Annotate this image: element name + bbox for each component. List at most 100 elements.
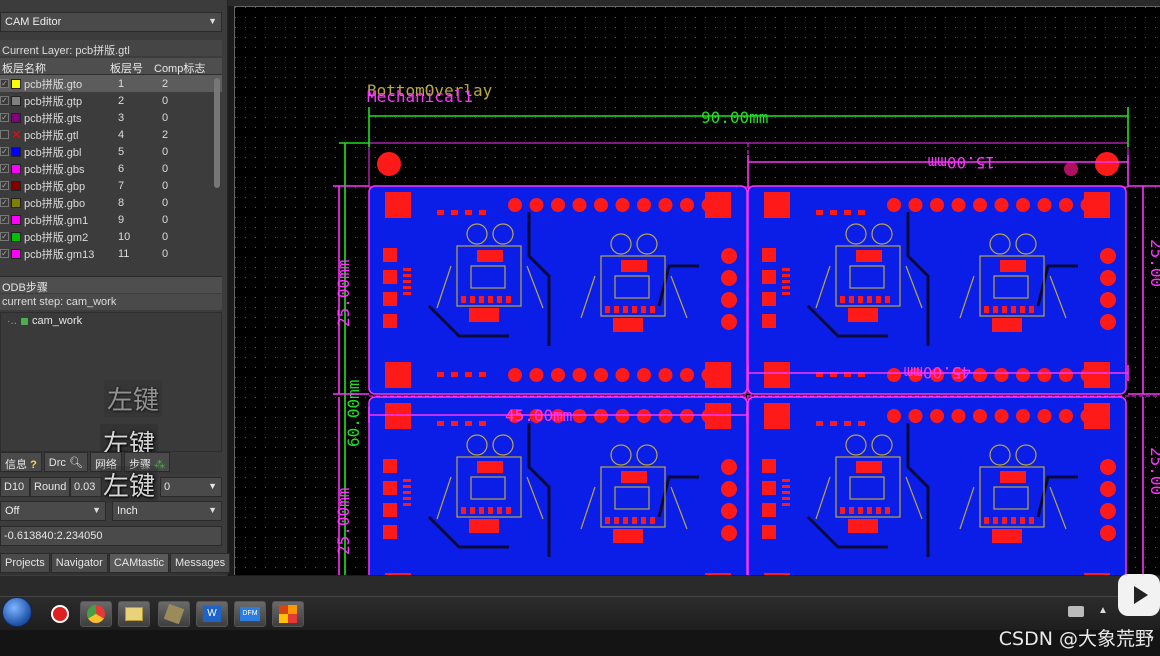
layer-visibility-checkbox[interactable]: ✓: [0, 79, 9, 88]
sub-board: [747, 396, 1127, 575]
column-header-number[interactable]: 板层号: [108, 58, 152, 75]
layer-row[interactable]: ✓ pcb拼版.gbo 8 0: [0, 194, 222, 211]
smd-pad: [840, 296, 845, 303]
layer-row[interactable]: ✓ pcb拼版.gbl 5 0: [0, 143, 222, 160]
corner-pad: [705, 573, 731, 575]
layer-color-swatch[interactable]: [11, 180, 21, 191]
layer-table: 板层名称 板层号 Comp标志 ✓ pcb拼版.gto 1 2 ✓ pcb拼版.gtp 2 0…: [0, 58, 222, 262]
wps-word-icon[interactable]: W: [196, 601, 228, 627]
pcb-drawing[interactable]: 90.00mm 15.00mm 60.00mm 25.00mm 25.00mm 25.00…: [235, 7, 1160, 575]
aperture-dropdown[interactable]: 0 ▼: [160, 477, 222, 497]
unit-select[interactable]: Inch ▼: [112, 501, 222, 521]
layer-visibility-checkbox[interactable]: ✓: [0, 198, 9, 207]
smd-pad: [506, 296, 511, 303]
layer-row[interactable]: ✓ pcb拼版.gm13 11 0: [0, 245, 222, 262]
layer-visibility-checkbox[interactable]: [0, 130, 9, 139]
current-layer-label: Current Layer: pcb拼版.gtl: [0, 40, 222, 57]
dimension-label-mid-left: 45.00mm: [505, 406, 572, 425]
header-pad: [930, 198, 944, 212]
smd-pad: [623, 517, 628, 524]
layer-row[interactable]: ✓ pcb拼版.gm2 10 0: [0, 228, 222, 245]
layer-name: pcb拼版.gm2: [24, 231, 89, 244]
side-pad: [383, 459, 397, 473]
tab-projects[interactable]: Projects: [0, 553, 50, 573]
smd-pad: [461, 507, 466, 514]
smd-pad: [403, 280, 411, 283]
dfm-icon[interactable]: DFM: [234, 601, 266, 627]
windows-start-icon[interactable]: [2, 597, 32, 627]
layer-color-swatch[interactable]: [11, 214, 21, 225]
tab-camtastic[interactable]: CAMtastic: [108, 553, 169, 573]
smd-pad: [993, 517, 998, 524]
chevron-down-icon: ▼: [208, 16, 217, 26]
side-pad: [383, 292, 397, 306]
smd-pad: [461, 296, 466, 303]
coordinate-field[interactable]: -0.613840:2.234050: [0, 526, 222, 546]
layer-visibility-checkbox[interactable]: ✓: [0, 232, 9, 241]
layer-color-swatch[interactable]: [11, 163, 21, 174]
smd-pad: [876, 296, 881, 303]
tab-info[interactable]: 信息 ?: [0, 452, 42, 472]
ic-pad: [621, 471, 647, 483]
layer-visibility-checkbox[interactable]: ✓: [0, 96, 9, 105]
editor-dropdown[interactable]: CAM Editor ▼: [0, 12, 222, 32]
layer-visibility-checkbox[interactable]: ✓: [0, 249, 9, 258]
mode-select[interactable]: Off ▼: [0, 501, 106, 521]
ic-pad: [477, 250, 503, 262]
layer-visibility-checkbox[interactable]: ✓: [0, 164, 9, 173]
layer-row[interactable]: ✓ pcb拼版.gts 3 0: [0, 109, 222, 126]
tray-arrow-icon[interactable]: ▲: [1098, 605, 1108, 616]
smd-pad: [506, 507, 511, 514]
altium-icon[interactable]: [272, 601, 304, 627]
smd-pad: [1020, 517, 1025, 524]
layer-visibility-checkbox[interactable]: ✓: [0, 215, 9, 224]
layer-table-scrollbar[interactable]: [214, 78, 220, 188]
ic-pad: [848, 519, 878, 533]
left-panel: CAM Editor ▼ Current Layer: pcb拼版.gtl 板层…: [0, 0, 231, 576]
layer-visibility-checkbox[interactable]: ✓: [0, 113, 9, 122]
tab-navigator[interactable]: Navigator: [50, 553, 108, 573]
layer-visibility-checkbox[interactable]: ✓: [0, 147, 9, 156]
layer-color-swatch[interactable]: ✕: [11, 128, 22, 141]
panel-bottom-tabs: Projects Navigator CAMtastic Messages: [0, 553, 231, 575]
layer-row[interactable]: ✓ pcb拼版.gto 1 2: [0, 75, 222, 92]
layer-visibility-checkbox[interactable]: ✓: [0, 181, 9, 190]
pcb-canvas[interactable]: 90.00mm 15.00mm 60.00mm 25.00mm 25.00mm 25.00…: [234, 6, 1160, 575]
corner-pad: [385, 192, 411, 218]
tree-item-cam-work[interactable]: ·‥ cam_work: [7, 315, 82, 327]
layer-row[interactable]: ✓ pcb拼版.gtp 2 0: [0, 92, 222, 109]
layer-row[interactable]: ✓ pcb拼版.gbp 7 0: [0, 177, 222, 194]
layer-color-swatch[interactable]: [11, 146, 21, 157]
header-pad: [680, 368, 694, 382]
layer-color-swatch[interactable]: [11, 197, 21, 208]
smd-pad: [403, 292, 411, 295]
layer-color-swatch[interactable]: [11, 112, 21, 123]
layer-row[interactable]: ✓ pcb拼版.gm1 9 0: [0, 211, 222, 228]
chrome-icon[interactable]: [80, 601, 112, 627]
layer-color-swatch[interactable]: [11, 95, 21, 106]
smd-pad: [1020, 306, 1025, 313]
app-icon[interactable]: [158, 601, 190, 627]
column-header-comp[interactable]: Comp标志: [152, 58, 212, 75]
netease-music-icon[interactable]: [44, 601, 76, 627]
layer-color-swatch[interactable]: [11, 231, 21, 242]
smd-pad: [1002, 517, 1007, 524]
header-pad: [1080, 368, 1095, 382]
ic-pad: [477, 461, 503, 473]
smd-pad: [614, 517, 619, 524]
ic-pad: [1000, 471, 1026, 483]
layer-color-swatch[interactable]: [11, 78, 21, 89]
layer-row[interactable]: ✓ pcb拼版.gbs 6 0: [0, 160, 222, 177]
tab-drc[interactable]: Drc 🔍︎: [43, 452, 88, 472]
keyboard-icon[interactable]: [1068, 606, 1084, 617]
smd-pad: [479, 296, 484, 303]
layer-color-swatch[interactable]: [11, 248, 21, 259]
explorer-icon[interactable]: [118, 601, 150, 627]
column-header-name[interactable]: 板层名称: [0, 58, 108, 75]
tab-messages[interactable]: Messages: [169, 553, 231, 573]
layer-row[interactable]: ✕ pcb拼版.gtl 4 2: [0, 126, 222, 143]
header-pad: [1016, 198, 1030, 212]
play-icon[interactable]: [1118, 574, 1160, 616]
smd-pad: [782, 485, 790, 488]
board-outline: [747, 396, 1127, 575]
